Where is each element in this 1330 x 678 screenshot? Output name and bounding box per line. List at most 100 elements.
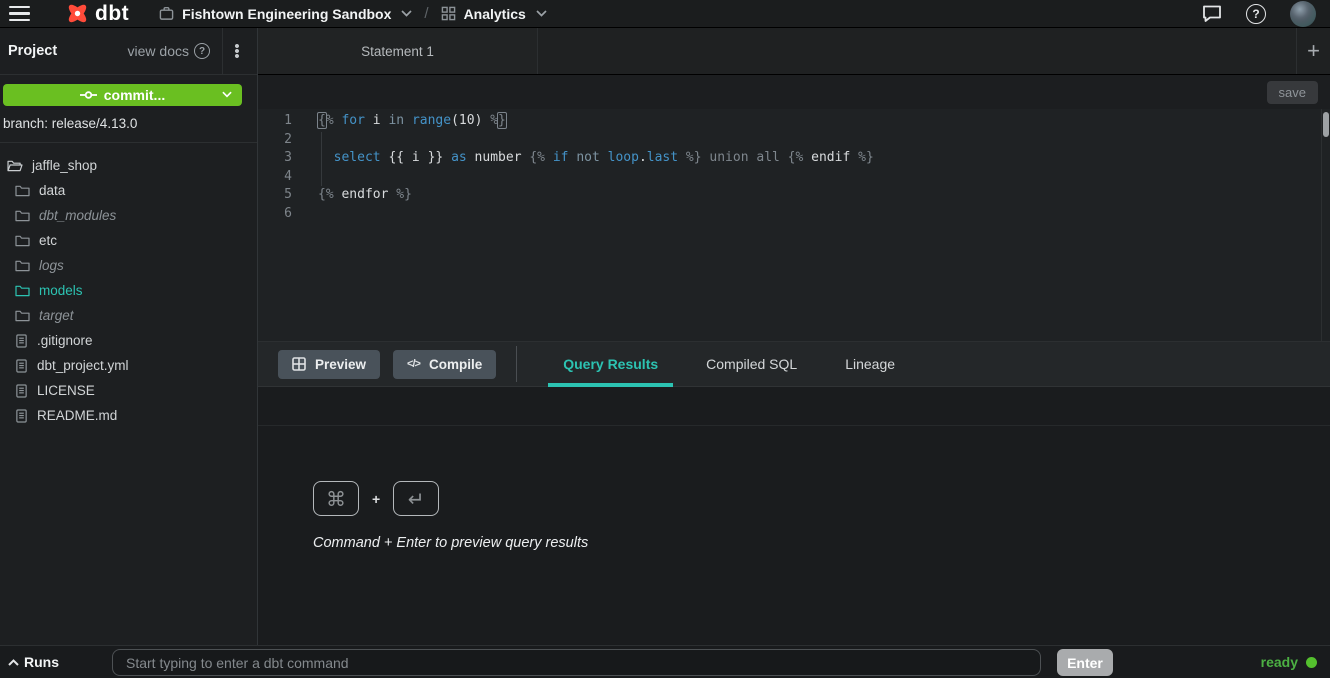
tree-item-label: dbt_project.yml <box>37 358 129 373</box>
preview-label: Preview <box>315 357 366 372</box>
shortcut-hint-keys: ⌘ + ↵ <box>313 481 1330 516</box>
tree-item-logs[interactable]: logs <box>0 253 257 278</box>
tab-query-results[interactable]: Query Results <box>563 342 658 387</box>
tree-item-models[interactable]: models <box>0 278 257 303</box>
plus-separator: + <box>372 491 380 507</box>
view-docs-label: view docs <box>128 43 189 59</box>
tree-item-etc[interactable]: etc <box>0 228 257 253</box>
code-line-text <box>292 131 318 150</box>
preview-button[interactable]: Preview <box>278 350 380 379</box>
line-number: 6 <box>258 205 292 224</box>
tree-item-license[interactable]: LICENSE <box>0 378 257 403</box>
file-icon <box>15 359 28 373</box>
divider <box>516 346 517 382</box>
code-line-text <box>292 205 318 224</box>
enter-button[interactable]: Enter <box>1057 649 1113 676</box>
tree-item-dbt-modules[interactable]: dbt_modules <box>0 203 257 228</box>
code-line-text: {% for i in range(10) %} <box>292 112 506 131</box>
code-lines: 1{% for i in range(10) %}23 select {{ i … <box>258 112 1330 223</box>
shortcut-hint-text: Command + Enter to preview query results <box>313 535 1330 551</box>
runs-label: Runs <box>24 654 59 670</box>
tree-item-label: etc <box>39 233 57 248</box>
tab-label: Statement 1 <box>361 44 434 59</box>
tab-label: Compiled SQL <box>706 356 797 372</box>
tree-item-readme-md[interactable]: README.md <box>0 403 257 428</box>
editor-tab-bar: Statement 1 + <box>258 28 1330 75</box>
folder-icon <box>15 284 30 297</box>
tree-item-label: LICENSE <box>37 383 95 398</box>
grid-icon <box>441 6 456 21</box>
chevron-down-icon <box>401 10 412 17</box>
code-line[interactable]: 4 <box>258 168 1330 187</box>
line-number: 5 <box>258 186 292 205</box>
runs-bar: Runs Enter ready <box>0 645 1330 678</box>
commit-label: commit... <box>104 87 165 103</box>
file-icon <box>15 409 28 423</box>
tree-item-target[interactable]: target <box>0 303 257 328</box>
chevron-down-icon <box>222 91 232 98</box>
new-tab-button[interactable]: + <box>1296 28 1330 74</box>
plus-icon: + <box>1307 38 1320 64</box>
compile-button[interactable]: </> Compile <box>393 350 496 379</box>
code-line[interactable]: 2 <box>258 131 1330 150</box>
line-number: 1 <box>258 112 292 131</box>
editor-pane: Statement 1 + save 1{% for i in range(10… <box>258 28 1330 645</box>
indent-guide <box>321 132 322 186</box>
tab-compiled-sql[interactable]: Compiled SQL <box>706 342 797 387</box>
code-line[interactable]: 1{% for i in range(10) %} <box>258 112 1330 131</box>
sidebar-title: Project <box>8 43 57 59</box>
code-line[interactable]: 5{% endfor %} <box>258 186 1330 205</box>
user-avatar[interactable] <box>1290 1 1316 27</box>
runs-toggle[interactable]: Runs <box>8 654 59 670</box>
git-commit-icon <box>80 89 97 101</box>
tab-label: Lineage <box>845 356 895 372</box>
tree-item-label: README.md <box>37 408 117 423</box>
dbt-command-input[interactable] <box>112 649 1041 676</box>
branch-label: branch: release/4.13.0 <box>0 106 257 131</box>
top-nav-bar: dbt Fishtown Engineering Sandbox / Analy… <box>0 0 1330 28</box>
tree-item-data[interactable]: data <box>0 178 257 203</box>
help-icon[interactable]: ? <box>1246 4 1266 24</box>
editor-toolbar: save <box>258 75 1330 109</box>
results-toolbar: Preview </> Compile Query Results Compil… <box>258 342 1330 387</box>
folder-icon <box>15 259 30 272</box>
tab-lineage[interactable]: Lineage <box>845 342 895 387</box>
editor-scrollbar-thumb[interactable] <box>1323 112 1329 137</box>
code-line[interactable]: 3 select {{ i }} as number {% if not loo… <box>258 149 1330 168</box>
tree-item-label: target <box>39 308 74 323</box>
code-line[interactable]: 6 <box>258 205 1330 224</box>
chat-feedback-icon[interactable] <box>1202 4 1222 23</box>
tree-item-dbt-project-yml[interactable]: dbt_project.yml <box>0 353 257 378</box>
tree-item-label: jaffle_shop <box>32 158 97 173</box>
briefcase-icon <box>159 6 174 21</box>
project-switcher[interactable]: Analytics <box>441 6 547 22</box>
view-docs-link[interactable]: view docs ? <box>128 43 210 59</box>
project-sidebar: Project view docs ? ••• commit... branch… <box>0 28 258 645</box>
file-icon <box>15 384 28 398</box>
dbt-logo-icon <box>64 0 91 27</box>
sidebar-header: Project view docs ? ••• <box>0 28 257 75</box>
tab-statement-1[interactable]: Statement 1 <box>258 28 538 74</box>
status-label: ready <box>1261 654 1298 670</box>
enter-key-icon: ↵ <box>393 481 439 516</box>
commit-button[interactable]: commit... <box>3 84 242 106</box>
tab-label: Query Results <box>563 356 658 372</box>
account-switcher[interactable]: Fishtown Engineering Sandbox <box>159 6 412 22</box>
file-tree: jaffle_shopdata dbt_modulesetc logs models t… <box>0 143 257 428</box>
tree-item-label: models <box>39 283 83 298</box>
account-name: Fishtown Engineering Sandbox <box>182 6 391 22</box>
results-info-strip <box>258 387 1330 426</box>
tree-item-jaffle-shop[interactable]: jaffle_shop <box>0 153 257 178</box>
sidebar-menu-icon[interactable]: ••• <box>223 44 251 59</box>
save-button[interactable]: save <box>1267 81 1318 104</box>
status-dot <box>1306 657 1317 668</box>
dbt-logo-text: dbt <box>95 2 129 26</box>
tree-item--gitignore[interactable]: .gitignore <box>0 328 257 353</box>
tree-item-label: data <box>39 183 65 198</box>
code-editor[interactable]: 1{% for i in range(10) %}23 select {{ i … <box>258 109 1330 342</box>
hamburger-menu-icon[interactable] <box>0 0 40 28</box>
code-line-text: select {{ i }} as number {% if not loop.… <box>292 149 874 168</box>
tree-item-label: .gitignore <box>37 333 93 348</box>
editor-scrollbar-track[interactable] <box>1321 109 1330 341</box>
dbt-logo[interactable]: dbt <box>64 0 129 27</box>
